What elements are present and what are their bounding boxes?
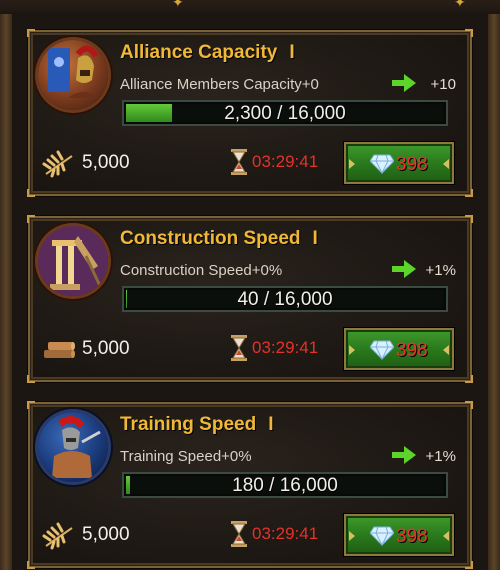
wheat-icon: [42, 150, 73, 178]
wood-icon: [44, 342, 75, 358]
progress-text: 2,300 / 16,000: [224, 103, 346, 124]
progress-text: 40 / 16,000: [237, 289, 333, 310]
tech-card-construction-speed[interactable]: Construction Speed I Construction Speed+0…: [27, 215, 473, 383]
timer-text: 03:29:41: [252, 524, 319, 543]
tech-card-training-speed[interactable]: Training Speed I Training Speed+0% +1% 18…: [27, 401, 473, 569]
instant-upgrade-button[interactable]: 398: [344, 514, 454, 556]
timer-text: 03:29:41: [252, 152, 319, 171]
diamond-cost: 398: [396, 340, 428, 361]
frame-right-border: [488, 0, 500, 570]
bonus-value: +10: [430, 76, 456, 93]
diamond-cost: 398: [396, 154, 428, 175]
spartan-warrior-banner-icon: [38, 40, 108, 110]
top-strip: [0, 0, 500, 14]
progress-text: 180 / 16,000: [232, 475, 338, 496]
tech-card-alliance-capacity[interactable]: Alliance Capacity I Alliance Members Capa…: [27, 29, 473, 197]
hourglass-icon: [231, 149, 247, 175]
instant-upgrade-button[interactable]: 398: [344, 142, 454, 184]
gladiator-icon: [38, 412, 108, 482]
card-description: Alliance Members Capacity+0: [120, 76, 319, 93]
resource-cost: 5,000: [82, 338, 130, 359]
top-ornament-icon: ✦: [454, 0, 466, 10]
timer-text: 03:29:41: [252, 338, 319, 357]
construction-pillar-icon: [38, 226, 108, 296]
top-ornament-icon: ✦: [172, 0, 184, 10]
diamond-icon: [370, 340, 394, 360]
hourglass-icon: [231, 335, 247, 361]
instant-upgrade-button[interactable]: 398: [344, 328, 454, 370]
progress-bar: 180 / 16,000: [122, 472, 448, 498]
arrow-right-icon: [392, 74, 416, 92]
arrow-right-icon: [392, 446, 416, 464]
wheat-icon: [42, 522, 73, 550]
diamond-icon: [370, 154, 394, 174]
hourglass-icon: [231, 521, 247, 547]
card-description: Training Speed+0%: [120, 448, 252, 465]
frame-left-border: [0, 0, 12, 570]
card-title: Training Speed I: [120, 414, 274, 435]
arrow-right-icon: [392, 260, 416, 278]
bonus-value: +1%: [425, 448, 456, 465]
progress-bar: 40 / 16,000: [122, 286, 448, 312]
bonus-value: +1%: [425, 262, 456, 279]
resource-cost: 5,000: [82, 152, 130, 173]
diamond-icon: [370, 526, 394, 546]
resource-cost: 5,000: [82, 524, 130, 545]
card-description: Construction Speed+0%: [120, 262, 283, 279]
progress-bar: 2,300 / 16,000: [122, 100, 448, 126]
diamond-cost: 398: [396, 526, 428, 547]
card-title: Alliance Capacity I: [120, 42, 295, 63]
card-title: Construction Speed I: [120, 228, 318, 249]
